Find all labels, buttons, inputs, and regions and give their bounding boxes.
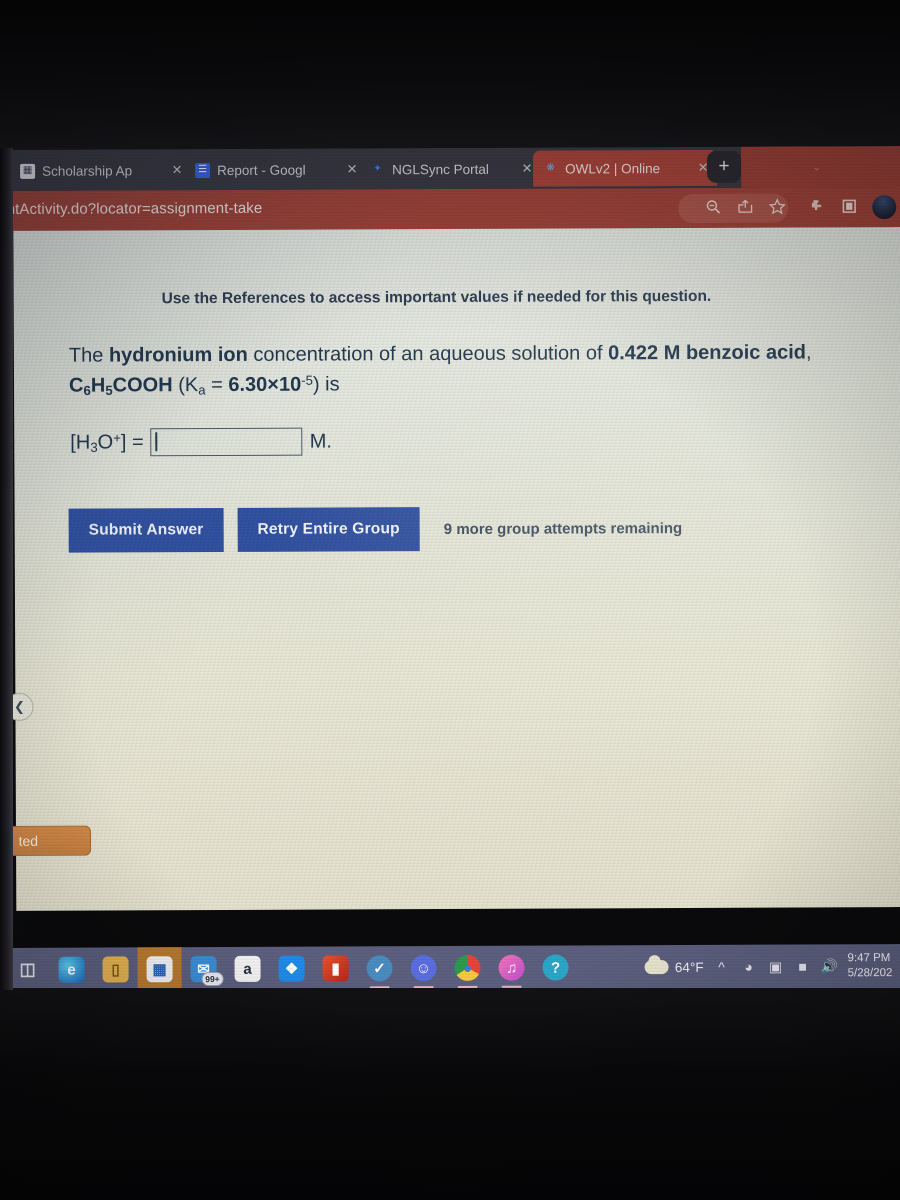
owl-assignment-page: Use the References to access important v… [0,227,900,911]
battery-icon[interactable]: ■ [794,958,812,974]
clock-time: 9:47 PM [847,952,891,965]
clock-date: 5/28/202 [847,967,893,980]
reference-note: Use the References to access important v… [161,287,712,308]
question-text: The hydronium ion concentration of an aq… [68,341,812,399]
dark-surround-top [0,0,900,150]
volume-icon[interactable]: 🔊 [821,958,839,975]
question-subject: hydronium ion [108,343,248,367]
weather-widget[interactable]: 64°F [644,959,704,975]
laptop-screen: ▦ Scholarship Ap ✕ ☰ Report - Googl ✕ ✦ … [0,146,900,992]
microsoft-store-icon[interactable]: ▦ [137,947,182,992]
browser-tab-scholarship[interactable]: ▦ Scholarship Ap ✕ [10,152,192,189]
dark-surround-bottom [0,988,900,1200]
question-tail: ) is [312,373,340,396]
question-substance: benzoic acid [685,341,806,364]
attempts-remaining-text: 9 more group attempts remaining [443,519,683,538]
profile-avatar[interactable] [872,195,897,220]
address-bar-url[interactable]: entActivity.do?locator=assignment-take [0,200,262,218]
ka-exponent: -5 [301,373,313,389]
show-hidden-icons-chevron[interactable]: ^ [713,959,731,975]
tab-close-icon[interactable]: ✕ [169,162,185,178]
steam-icon[interactable]: ✓ [357,946,401,990]
browser-address-bar: entActivity.do?locator=assignment-take [0,187,900,231]
tab-label: NGLSync Portal [392,161,489,177]
answer-input[interactable] [150,427,303,457]
ka-value: 6.30×10 [228,374,302,397]
system-tray: 64°F ^ ◕ ▣ ■ 🔊 9:47 PM 5/28/202 [644,944,900,989]
weather-temperature: 64°F [674,959,704,975]
office-icon[interactable]: ▮ [313,946,357,990]
tab-label: Report - Googl [217,162,306,178]
retry-entire-group-button[interactable]: Retry Entire Group [237,507,420,552]
favorite-star-icon[interactable] [768,198,788,218]
question-formula: C6H5COOH [68,374,173,399]
ka-label: K [184,374,199,397]
collections-icon[interactable] [840,197,860,217]
mail-icon[interactable]: ✉ 99+ [181,947,225,991]
document-icon: ▦ [20,163,36,179]
question-concentration: 0.422 M [608,341,681,365]
answer-row: [H3O+] = M. [70,427,332,457]
camera-icon[interactable]: ◕ [740,959,758,975]
browser-tab-nglsync[interactable]: ✦ NGLSync Portal ✕ [360,150,542,188]
text-caret [155,432,158,452]
side-tab-button[interactable]: ted [0,825,92,857]
question-mid: concentration of an aqueous solution of [247,342,609,366]
tab-label: Scholarship Ap [42,162,133,179]
amazon-icon[interactable]: a [225,947,269,991]
nglsync-icon: ✦ [373,163,382,175]
submit-answer-button[interactable]: Submit Answer [68,507,224,553]
answer-unit: M. [309,430,332,453]
mail-badge: 99+ [201,971,224,987]
browser-toolbar-icons [704,187,897,228]
google-docs-icon: ☰ [195,162,211,178]
owl-icon: ❋ [546,162,555,174]
browser-tab-owlv2[interactable]: ❋ OWLv2 | Online ✕ [533,149,718,187]
cloud-icon [644,960,669,975]
ka-subscript: a [198,382,206,398]
windows-taskbar: ◫ e ▯ ▦ ✉ 99+ a ❖ ▮ ✓ ☺ ● ♫ ? 64°F ^ ◕ ▣… [3,944,900,992]
question-lead: The [68,344,109,367]
discord-icon[interactable]: ☺ [401,946,445,990]
action-button-row: Submit Answer Retry Entire Group 9 more … [68,506,683,553]
zoom-icon[interactable] [704,198,724,218]
taskbar-clock[interactable]: 9:47 PM 5/28/202 [848,951,900,981]
share-icon[interactable] [736,198,756,218]
photo-of-laptop-screen: ▦ Scholarship Ap ✕ ☰ Report - Googl ✕ ✦ … [0,0,900,1200]
file-explorer-icon[interactable]: ▯ [93,947,137,991]
browser-tab-report-google[interactable]: ☰ Report - Googl ✕ [185,151,367,189]
itunes-icon[interactable]: ♫ [489,946,533,990]
onedrive-icon[interactable]: ▣ [767,958,785,975]
dropbox-icon[interactable]: ❖ [269,947,313,991]
chevron-down-icon[interactable]: ⌄ [812,160,821,173]
extensions-puzzle-icon[interactable] [808,197,828,217]
tab-close-icon[interactable]: ✕ [344,161,360,177]
answer-label: [H3O+] = [70,430,144,455]
new-tab-button[interactable]: + [707,150,742,183]
chrome-icon[interactable]: ● [445,946,489,990]
tab-label: OWLv2 | Online [565,160,661,176]
ka-equals: = [205,374,229,397]
screen-bezel-left [0,148,13,990]
edge-icon[interactable]: e [49,948,93,992]
browser-tab-strip: ▦ Scholarship Ap ✕ ☰ Report - Googl ✕ ✦ … [0,146,900,191]
help-icon[interactable]: ? [533,945,577,989]
